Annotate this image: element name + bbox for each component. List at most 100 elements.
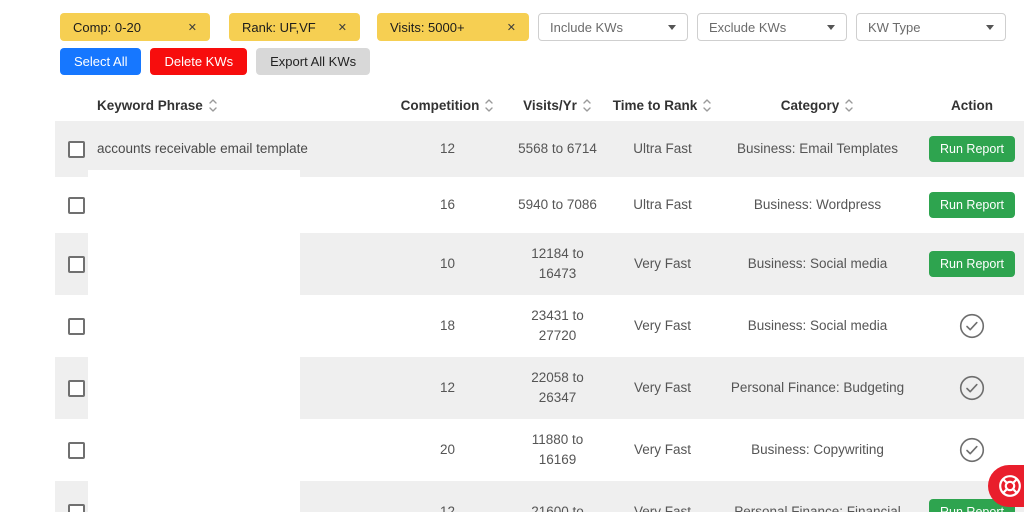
filter-chip-rank[interactable]: Rank: UF,VF ✕ [229, 13, 360, 41]
row-checkbox-cell [55, 255, 88, 273]
row-checkbox[interactable] [67, 379, 85, 397]
header-category[interactable]: Category [715, 98, 920, 113]
competition-cell: 12 [439, 379, 456, 395]
sort-icon [209, 99, 217, 112]
redacted-keyword-overlay [88, 177, 300, 233]
filter-chip-label: Comp: 0-20 [73, 19, 141, 35]
filter-chip-label: Rank: UF,VF [242, 19, 316, 35]
header-time-to-rank[interactable]: Time to Rank [610, 98, 715, 113]
close-icon[interactable]: ✕ [188, 21, 197, 34]
visits-cell: 23431 to 27720 [531, 307, 584, 343]
run-report-button[interactable]: Run Report [929, 251, 1015, 277]
category-cell: Business: Copywriting [751, 441, 884, 457]
close-icon[interactable]: ✕ [507, 21, 516, 34]
visits-cell: 11880 to 16169 [531, 431, 584, 467]
header-keyword-phrase[interactable]: Keyword Phrase [88, 98, 390, 113]
sort-icon [703, 99, 711, 112]
row-checkbox[interactable] [67, 255, 85, 273]
competition-cell: 18 [439, 317, 456, 333]
select-all-button[interactable]: Select All [60, 48, 142, 75]
include-kws-dropdown[interactable]: Include KWs [538, 13, 688, 41]
close-icon[interactable]: ✕ [338, 21, 347, 34]
table-row: 20 11880 to 16169 Very Fast Business: Cop… [55, 419, 1024, 481]
delete-kws-button[interactable]: Delete KWs [150, 48, 248, 75]
time-to-rank-cell: Very Fast [633, 503, 692, 512]
filter-chip-bar: Comp: 0-20 ✕ Rank: UF,VF ✕ Visits: 5000+… [60, 13, 529, 41]
row-checkbox-cell [55, 441, 88, 459]
category-cell: Personal Finance: Budgeting [730, 379, 905, 395]
time-to-rank-cell: Ultra Fast [633, 140, 692, 156]
header-label: Visits/Yr [523, 98, 577, 113]
table-row: 12 22058 to 26347 Very Fast Personal Fina… [55, 357, 1024, 419]
action-cell [920, 437, 1024, 463]
report-complete-check-icon[interactable] [959, 375, 985, 401]
filter-chip-competition[interactable]: Comp: 0-20 ✕ [60, 13, 210, 41]
export-all-kws-button[interactable]: Export All KWs [256, 48, 371, 75]
row-checkbox[interactable] [67, 503, 85, 512]
action-cell: Run Report [920, 136, 1024, 162]
visits-cell: 5568 to 6714 [518, 140, 597, 156]
time-to-rank-cell: Very Fast [633, 255, 692, 271]
action-cell: Run Report [920, 251, 1024, 277]
row-checkbox-cell [55, 503, 88, 512]
competition-cell: 12 [439, 503, 456, 512]
time-to-rank-cell: Very Fast [633, 379, 692, 395]
header-action: Action [920, 98, 1024, 113]
run-report-button[interactable]: Run Report [929, 192, 1015, 218]
row-checkbox[interactable] [67, 441, 85, 459]
sort-icon [485, 99, 494, 112]
table-row: 12 21600 to Very Fast Personal Finance: … [55, 481, 1024, 512]
table-row: accounts receivable email template 12 55… [55, 121, 1024, 177]
bulk-actions-toolbar: Select All Delete KWs Export All KWs [60, 48, 371, 75]
redacted-keyword-overlay [88, 419, 300, 481]
row-checkbox-cell [55, 379, 88, 397]
competition-cell: 16 [439, 196, 456, 212]
visits-cell: 22058 to 26347 [531, 369, 584, 405]
kw-type-dropdown[interactable]: KW Type [856, 13, 1006, 41]
report-complete-check-icon[interactable] [959, 313, 985, 339]
table-row: 10 12184 to 16473 Very Fast Business: Soc… [55, 233, 1024, 295]
row-checkbox-cell [55, 317, 88, 335]
help-widget-button[interactable]: H [988, 465, 1024, 507]
header-competition[interactable]: Competition [390, 98, 505, 113]
sort-icon [583, 99, 591, 112]
dropdown-label: Include KWs [550, 19, 623, 35]
time-to-rank-cell: Very Fast [633, 317, 692, 333]
competition-cell: 10 [439, 255, 456, 271]
lifebuoy-icon [999, 475, 1021, 497]
chevron-down-icon [668, 24, 676, 30]
filter-chip-label: Visits: 5000+ [390, 19, 465, 35]
chevron-down-icon [827, 24, 835, 30]
visits-cell: 12184 to 16473 [531, 245, 584, 281]
redacted-keyword-overlay [88, 357, 300, 419]
dropdown-label: KW Type [868, 19, 921, 35]
header-label: Time to Rank [612, 98, 698, 113]
time-to-rank-cell: Ultra Fast [633, 196, 692, 212]
table-row: 16 5940 to 7086 Ultra Fast Business: Wor… [55, 177, 1024, 233]
report-complete-check-icon[interactable] [959, 437, 985, 463]
chevron-down-icon [986, 24, 994, 30]
sort-icon [845, 99, 853, 112]
run-report-button[interactable]: Run Report [929, 136, 1015, 162]
filter-dropdowns: Include KWs Exclude KWs KW Type [538, 13, 1006, 41]
row-checkbox-cell [55, 140, 88, 158]
action-cell: Run Report [920, 192, 1024, 218]
competition-cell: 20 [439, 441, 456, 457]
header-label: Keyword Phrase [97, 98, 203, 113]
header-label: Category [780, 98, 840, 113]
row-checkbox[interactable] [67, 140, 85, 158]
visits-cell: 5940 to 7086 [518, 196, 597, 212]
header-label: Action [951, 98, 993, 113]
action-cell [920, 375, 1024, 401]
row-checkbox[interactable] [67, 196, 85, 214]
keyword-research-page: Comp: 0-20 ✕ Rank: UF,VF ✕ Visits: 5000+… [0, 0, 1024, 512]
filter-chip-visits[interactable]: Visits: 5000+ ✕ [377, 13, 529, 41]
category-cell: Business: Social media [747, 317, 888, 333]
row-checkbox[interactable] [67, 317, 85, 335]
redacted-keyword-overlay [88, 233, 300, 295]
header-label: Competition [400, 98, 480, 113]
competition-cell: 12 [439, 140, 456, 156]
header-visits-yr[interactable]: Visits/Yr [505, 98, 610, 113]
exclude-kws-dropdown[interactable]: Exclude KWs [697, 13, 847, 41]
category-cell: Business: Wordpress [753, 196, 882, 212]
